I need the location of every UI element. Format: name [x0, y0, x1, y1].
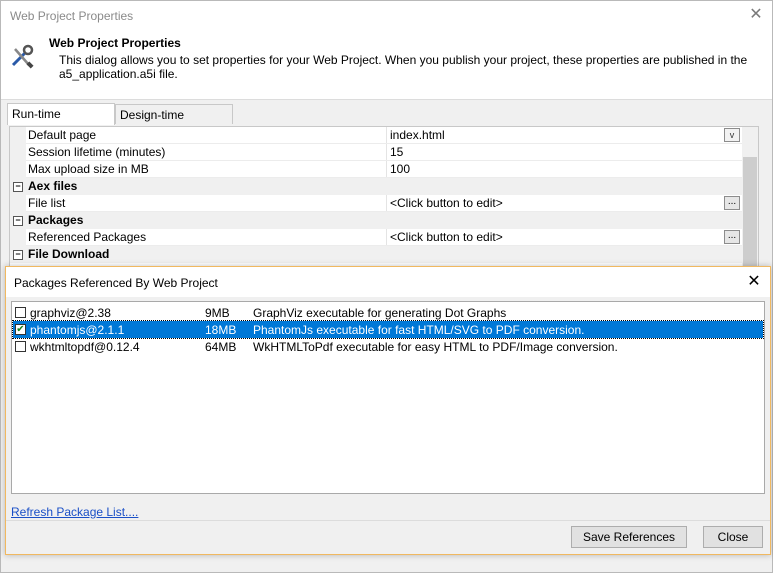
category-aex-files[interactable]: − Aex files — [10, 178, 743, 195]
collapse-icon[interactable]: − — [13, 182, 23, 192]
property-value[interactable]: 15 — [390, 145, 403, 159]
property-value[interactable]: <Click button to edit> — [390, 196, 503, 210]
edit-ellipsis-button[interactable]: ... — [724, 196, 740, 210]
dialog-title: Packages Referenced By Web Project — [14, 276, 218, 290]
property-row-session-lifetime[interactable]: Session lifetime (minutes) 15 — [10, 144, 743, 161]
close-icon[interactable]: ✕ — [746, 5, 766, 25]
chevron-down-icon[interactable]: v — [724, 128, 740, 142]
window-titlebar: Web Project Properties ✕ — [1, 1, 772, 31]
close-icon[interactable]: ✕ — [744, 272, 764, 292]
property-value[interactable]: index.html — [390, 128, 445, 142]
collapse-icon[interactable]: − — [13, 250, 23, 260]
collapse-icon[interactable]: − — [13, 216, 23, 226]
vertical-scrollbar[interactable] — [742, 127, 758, 267]
property-row-referenced-packages[interactable]: Referenced Packages <Click button to edi… — [10, 229, 743, 246]
save-references-button[interactable]: Save References — [571, 526, 687, 548]
category-label: Packages — [28, 213, 84, 227]
property-value[interactable]: 100 — [390, 162, 410, 176]
close-button[interactable]: Close — [703, 526, 763, 548]
category-packages[interactable]: − Packages — [10, 212, 743, 229]
package-row-phantomjs[interactable]: ✔ phantomjs@2.1.1 18MB PhantomJs executa… — [12, 320, 764, 339]
property-label: Default page — [28, 128, 97, 142]
scrollbar-thumb[interactable] — [743, 157, 757, 267]
package-description: GraphViz executable for generating Dot G… — [253, 306, 507, 320]
dialog-header: Web Project Properties This dialog allow… — [1, 31, 772, 100]
package-checkbox[interactable] — [15, 341, 26, 352]
package-name: graphviz@2.38 — [30, 306, 111, 320]
header-title: Web Project Properties — [49, 36, 181, 50]
category-label: Aex files — [28, 179, 78, 193]
package-size: 9MB — [205, 306, 230, 320]
package-list[interactable]: graphviz@2.38 9MB GraphViz executable fo… — [11, 301, 765, 494]
property-value[interactable]: <Click button to edit> — [390, 230, 503, 244]
package-row-graphviz[interactable]: graphviz@2.38 9MB GraphViz executable fo… — [13, 304, 763, 321]
package-name: phantomjs@2.1.1 — [30, 323, 125, 337]
dialog-footer-divider — [6, 520, 770, 521]
packages-dialog: Packages Referenced By Web Project ✕ gra… — [5, 266, 771, 555]
window-title: Web Project Properties — [10, 9, 134, 23]
property-label: Referenced Packages — [28, 230, 147, 244]
tab-design-time-properties[interactable]: Design-time Properties — [115, 104, 233, 142]
property-label: Max upload size in MB — [28, 162, 149, 176]
package-checkbox[interactable]: ✔ — [15, 324, 26, 335]
category-file-download[interactable]: − File Download — [10, 246, 743, 263]
tools-icon — [11, 44, 34, 69]
package-name: wkhtmltopdf@0.12.4 — [30, 340, 140, 354]
property-label: File list — [28, 196, 66, 210]
header-description-file: a5_application.a5i file. — [59, 67, 178, 81]
property-label: Session lifetime (minutes) — [28, 145, 166, 159]
dialog-titlebar: Packages Referenced By Web Project ✕ — [6, 267, 770, 297]
property-grid: Default page index.html v Session lifeti… — [9, 126, 759, 268]
package-row-wkhtmltopdf[interactable]: wkhtmltopdf@0.12.4 64MB WkHTMLToPdf exec… — [13, 338, 763, 355]
refresh-package-list-link[interactable]: Refresh Package List.... — [11, 505, 138, 519]
package-size: 18MB — [205, 323, 237, 337]
property-row-file-list[interactable]: File list <Click button to edit> ... — [10, 195, 743, 212]
package-size: 64MB — [205, 340, 237, 354]
package-description: WkHTMLToPdf executable for easy HTML to … — [253, 340, 618, 354]
category-label: File Download — [28, 247, 110, 261]
header-description: This dialog allows you to set properties… — [59, 53, 748, 67]
tab-run-time-properties[interactable]: Run-time Properties — [7, 103, 115, 141]
property-row-max-upload[interactable]: Max upload size in MB 100 — [10, 161, 743, 178]
edit-ellipsis-button[interactable]: ... — [724, 230, 740, 244]
property-row-default-page[interactable]: Default page index.html v — [10, 127, 743, 144]
web-project-properties-window: Web Project Properties ✕ Web Project Pro… — [0, 0, 773, 573]
package-checkbox[interactable] — [15, 307, 26, 318]
package-description: PhantomJs executable for fast HTML/SVG t… — [253, 323, 585, 337]
